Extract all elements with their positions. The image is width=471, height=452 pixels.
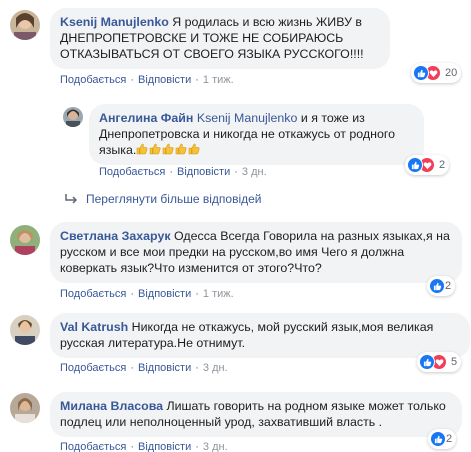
reaction-summary[interactable]: 5 (417, 352, 462, 372)
reply-arrow-icon (65, 194, 78, 204)
timestamp[interactable]: 1 тиж. (203, 288, 234, 300)
avatar[interactable] (10, 393, 40, 423)
mention-link[interactable]: Ksenij Manujlenko (197, 111, 298, 125)
comment-bubble: Val Katrush Никогда не откажусь, мой рус… (50, 313, 470, 358)
thumbs-up-emoji (189, 143, 200, 155)
comment-bubble: Светлана Захарук Одесса Всегда Говорила … (50, 222, 462, 283)
reply-link[interactable]: Відповісти (138, 74, 191, 86)
like-link[interactable]: Подобається (60, 74, 126, 86)
thumbs-up-emoji (176, 143, 187, 155)
reaction-count: 5 (451, 356, 458, 368)
thumbs-up-emoji (137, 143, 148, 155)
thumbs-up-emoji (150, 143, 161, 155)
like-link[interactable]: Подобається (99, 166, 165, 178)
avatar[interactable] (10, 315, 40, 345)
like-reaction-icon (413, 65, 429, 81)
avatar[interactable] (10, 10, 40, 40)
reply-actions: Подобається · Відповісти · 3 дн. (99, 166, 267, 178)
view-more-replies-label: Переглянути більше відповідей (86, 192, 262, 206)
timestamp[interactable]: 3 дн. (242, 166, 267, 178)
reply-link[interactable]: Відповісти (138, 362, 191, 374)
like-link[interactable]: Подобається (60, 288, 126, 300)
thumbs-up-emoji (163, 143, 174, 155)
comment-author[interactable]: Милана Власова (60, 399, 163, 413)
like-reaction-icon (430, 431, 446, 447)
like-reaction-icon (429, 278, 445, 294)
reaction-summary[interactable]: 20 (411, 63, 462, 83)
comment-bubble: Ksenij Manujlenko Я родилась и всю жизнь… (50, 8, 390, 69)
timestamp[interactable]: 3 дн. (203, 362, 228, 374)
comment-author[interactable]: Val Katrush (60, 320, 128, 334)
comment-actions: Подобається · Відповісти · 3 дн. (60, 441, 228, 452)
comment-author[interactable]: Ksenij Manujlenko (60, 15, 169, 29)
comment-actions: Подобається · Відповісти · 3 дн. (60, 362, 228, 374)
reply-link[interactable]: Відповісти (177, 166, 230, 178)
comment-author[interactable]: Светлана Захарук (60, 229, 171, 243)
reply-link[interactable]: Відповісти (138, 441, 191, 452)
reaction-count: 2 (446, 433, 453, 445)
like-reaction-icon (407, 157, 423, 173)
reaction-summary[interactable]: 2 (427, 276, 456, 296)
timestamp[interactable]: 1 тиж. (203, 74, 234, 86)
like-reaction-icon (419, 354, 435, 370)
reaction-count: 2 (439, 159, 446, 171)
view-more-replies-link[interactable]: Переглянути більше відповідей (64, 192, 261, 206)
avatar[interactable] (10, 225, 40, 255)
timestamp[interactable]: 3 дн. (203, 441, 228, 452)
reaction-summary[interactable]: 2 (405, 155, 450, 175)
comment-actions: Подобається · Відповісти · 1 тиж. (60, 74, 234, 86)
comment-bubble: Милана Власова Лишать говорить на родном… (50, 392, 462, 437)
like-link[interactable]: Подобається (60, 441, 126, 452)
comment-author[interactable]: Ангелина Файн (99, 111, 193, 125)
reaction-count: 20 (445, 67, 458, 79)
reply-bubble: Ангелина Файн Ksenij Manujlenko и я тоже… (89, 104, 424, 165)
comment-actions: Подобається · Відповісти · 1 тиж. (60, 288, 234, 300)
reaction-count: 2 (445, 280, 452, 292)
reply-link[interactable]: Відповісти (138, 288, 191, 300)
thumbs-up-emoji-group (136, 143, 201, 157)
avatar[interactable] (63, 107, 83, 127)
reaction-summary[interactable]: 2 (428, 429, 457, 449)
like-link[interactable]: Подобається (60, 362, 126, 374)
